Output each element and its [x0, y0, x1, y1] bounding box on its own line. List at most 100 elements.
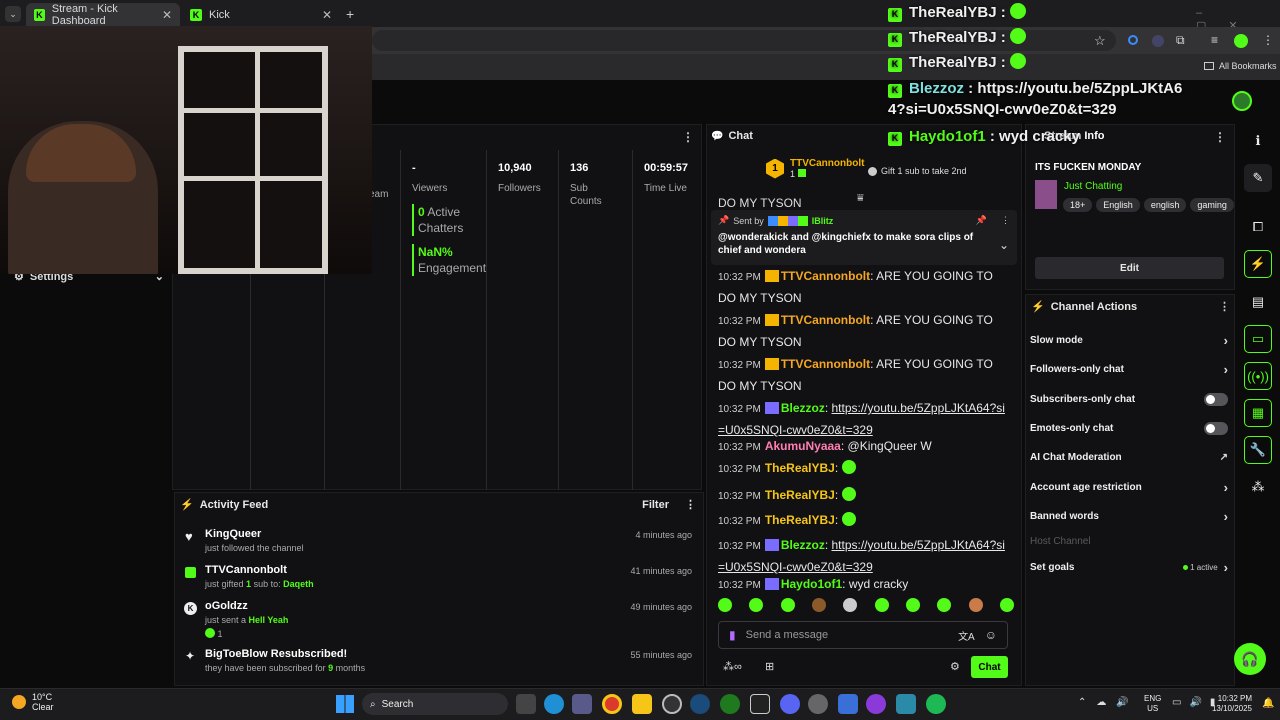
- unpin-icon[interactable]: 📌: [976, 215, 987, 226]
- emote-icon[interactable]: [937, 598, 952, 612]
- lightning-icon[interactable]: ⚡: [1244, 250, 1272, 278]
- obs-icon[interactable]: [662, 694, 682, 714]
- emote-icon[interactable]: [905, 598, 920, 612]
- subscribers-only-row[interactable]: Subscribers-only chat: [1030, 386, 1228, 412]
- tab-search-button[interactable]: ⌄: [5, 6, 21, 22]
- gift-sub-prompt[interactable]: Gift 1 sub to take 2nd: [868, 166, 967, 176]
- browser-tab-kick[interactable]: K Kick ✕: [182, 3, 340, 27]
- panel-menu-icon[interactable]: ⋮: [1219, 300, 1230, 313]
- category-link[interactable]: Just Chatting: [1064, 181, 1122, 192]
- app-icon[interactable]: [572, 694, 592, 714]
- chat-message[interactable]: 10:32 PM TTVCannonbolt: ARE YOU GOING TO …: [718, 310, 1010, 352]
- emote-icon[interactable]: [999, 598, 1014, 612]
- app-icon[interactable]: [866, 694, 886, 714]
- chat-message[interactable]: 10:32 PM AkumuNyaaa: @KingQueer W: [718, 436, 1010, 458]
- set-goals-row[interactable]: Set goals 1 active ›: [1030, 554, 1228, 580]
- steam-icon[interactable]: [690, 694, 710, 714]
- screen-capture-icon[interactable]: ⧠: [1244, 213, 1272, 241]
- chat-message[interactable]: 10:32 PM TheRealYBJ:: [718, 458, 1010, 480]
- top-gifter-card[interactable]: 1 TTVCannonbolt 1: [766, 158, 864, 179]
- user-avatar[interactable]: [1232, 91, 1252, 111]
- all-bookmarks-link[interactable]: All Bookmarks: [1204, 61, 1277, 71]
- pinned-message[interactable]: 📌 Sent by IBlitz 📌 ⋮ @wonderakick and @k…: [711, 210, 1017, 265]
- emote-icon[interactable]: [718, 598, 732, 612]
- xbox-icon[interactable]: [720, 694, 740, 714]
- emote-icon[interactable]: [749, 598, 764, 612]
- subscribers-only-toggle[interactable]: [1204, 392, 1228, 406]
- chat-user-settings-icon[interactable]: ⁂∞: [723, 660, 742, 673]
- activity-item[interactable]: ✦ BigToeBlow Resubscribed! they have bee…: [174, 648, 704, 678]
- language-indicator[interactable]: ENG US: [1144, 694, 1161, 714]
- task-view-icon[interactable]: [516, 694, 536, 714]
- emotes-only-row[interactable]: Emotes-only chat: [1030, 415, 1228, 441]
- activity-item[interactable]: ♥ KingQueer just followed the channel 4 …: [174, 528, 704, 558]
- activity-menu-icon[interactable]: ⋮: [685, 498, 696, 511]
- file-explorer-icon[interactable]: [632, 694, 652, 714]
- panel-menu-icon[interactable]: ⋮: [682, 130, 694, 144]
- spotify-icon[interactable]: [926, 694, 946, 714]
- translate-icon[interactable]: 文A: [958, 628, 975, 643]
- expand-chevron-icon[interactable]: ⌄: [999, 238, 1009, 252]
- weather-widget[interactable]: 10°C Clear: [12, 692, 54, 712]
- new-tab-button[interactable]: +: [346, 6, 354, 22]
- ai-moderation-row[interactable]: AI Chat Moderation ↗: [1030, 444, 1228, 470]
- profile-avatar-icon[interactable]: [1234, 34, 1248, 48]
- emotes-only-toggle[interactable]: [1204, 421, 1228, 435]
- pencil-icon[interactable]: ✎: [1244, 164, 1272, 192]
- chat-message[interactable]: 10:32 PM TheRealYBJ:: [718, 485, 1010, 507]
- pinned-menu-icon[interactable]: ⋮: [1001, 215, 1010, 226]
- emote-icon[interactable]: [780, 598, 795, 612]
- chat-message[interactable]: 10:32 PM TTVCannonbolt: ARE YOU GOING TO …: [718, 354, 1010, 396]
- start-button-icon[interactable]: [336, 695, 354, 713]
- edge-icon[interactable]: [544, 694, 564, 714]
- chat-message[interactable]: 10:32 PM TTVCannonbolt: ARE YOU GOING TO …: [718, 266, 1010, 308]
- clock[interactable]: 10:32 PM 13/10/2025: [1210, 694, 1252, 714]
- chat-message[interactable]: 10:32 PM Blezzoz: https://youtu.be/5ZppLJ…: [718, 398, 1010, 440]
- activity-item[interactable]: TTVCannonbolt just gifted 1 sub to: Daqe…: [174, 564, 704, 594]
- layout-icon[interactable]: ▦: [1244, 399, 1272, 427]
- support-headset-icon[interactable]: 🎧: [1234, 643, 1266, 675]
- app-icon[interactable]: [896, 694, 916, 714]
- discord-icon[interactable]: [780, 694, 800, 714]
- edit-stream-info-button[interactable]: Edit: [1035, 257, 1224, 279]
- close-tab-icon[interactable]: ✕: [322, 8, 332, 22]
- emote-icon[interactable]: [811, 598, 826, 612]
- followers-only-row[interactable]: Followers-only chat ›: [1030, 356, 1228, 382]
- info-icon[interactable]: ℹ: [1244, 127, 1272, 155]
- send-chat-button[interactable]: Chat: [971, 656, 1008, 678]
- reading-list-icon[interactable]: ≡: [1211, 33, 1218, 47]
- chat-message[interactable]: 10:32 PM Blezzoz: https://youtu.be/5ZppLJ…: [718, 535, 1010, 577]
- activity-item[interactable]: K oGoldzz just sent a Hell Yeah 1 49 min…: [174, 600, 704, 640]
- scroll-down-icon[interactable]: ⩸: [857, 192, 864, 205]
- wrench-icon[interactable]: 🔧: [1244, 436, 1272, 464]
- banned-words-row[interactable]: Banned words ›: [1030, 503, 1228, 529]
- slow-mode-row[interactable]: Slow mode ›: [1030, 327, 1228, 353]
- panel-menu-icon[interactable]: ⋮: [1214, 130, 1226, 144]
- browser-menu-icon[interactable]: ⋮: [1262, 33, 1274, 47]
- tray-icons[interactable]: ⌃☁🔊: [1078, 697, 1139, 708]
- account-age-row[interactable]: Account age restriction ›: [1030, 474, 1228, 500]
- browser-tab-dashboard[interactable]: K Stream - Kick Dashboard ✕: [26, 3, 180, 27]
- settings-app-icon[interactable]: [808, 694, 828, 714]
- chat-input[interactable]: ▮ Send a message 文A ☺: [718, 621, 1008, 649]
- epic-icon[interactable]: [750, 694, 770, 714]
- broadcast-icon[interactable]: ((•)): [1244, 362, 1272, 390]
- emoji-icon[interactable]: ☺: [985, 628, 997, 642]
- emote-icon[interactable]: [874, 598, 889, 612]
- filter-button[interactable]: Filter: [642, 499, 669, 511]
- mic-icon[interactable]: ▮: [729, 628, 736, 642]
- notifications-icon[interactable]: 🔔: [1262, 698, 1274, 709]
- chrome-icon[interactable]: [602, 694, 622, 714]
- emote-icon[interactable]: [968, 598, 983, 612]
- chat-message[interactable]: 10:32 PM TheRealYBJ:: [718, 510, 1010, 532]
- chat-message[interactable]: 10:32 PM Haydo1of1: wyd cracky: [718, 574, 1010, 596]
- store-icon[interactable]: ⊞: [765, 660, 774, 673]
- taskbar-search[interactable]: ⌕ Search: [362, 693, 508, 715]
- close-tab-icon[interactable]: ✕: [162, 8, 172, 22]
- emote-icon[interactable]: [843, 598, 858, 612]
- apps-icon[interactable]: ⁂: [1244, 473, 1272, 501]
- store-app-icon[interactable]: [838, 694, 858, 714]
- chat-bubble-icon[interactable]: ▭: [1244, 325, 1272, 353]
- document-icon[interactable]: ▤: [1244, 288, 1272, 316]
- chat-settings-gear-icon[interactable]: ⚙: [950, 660, 960, 673]
